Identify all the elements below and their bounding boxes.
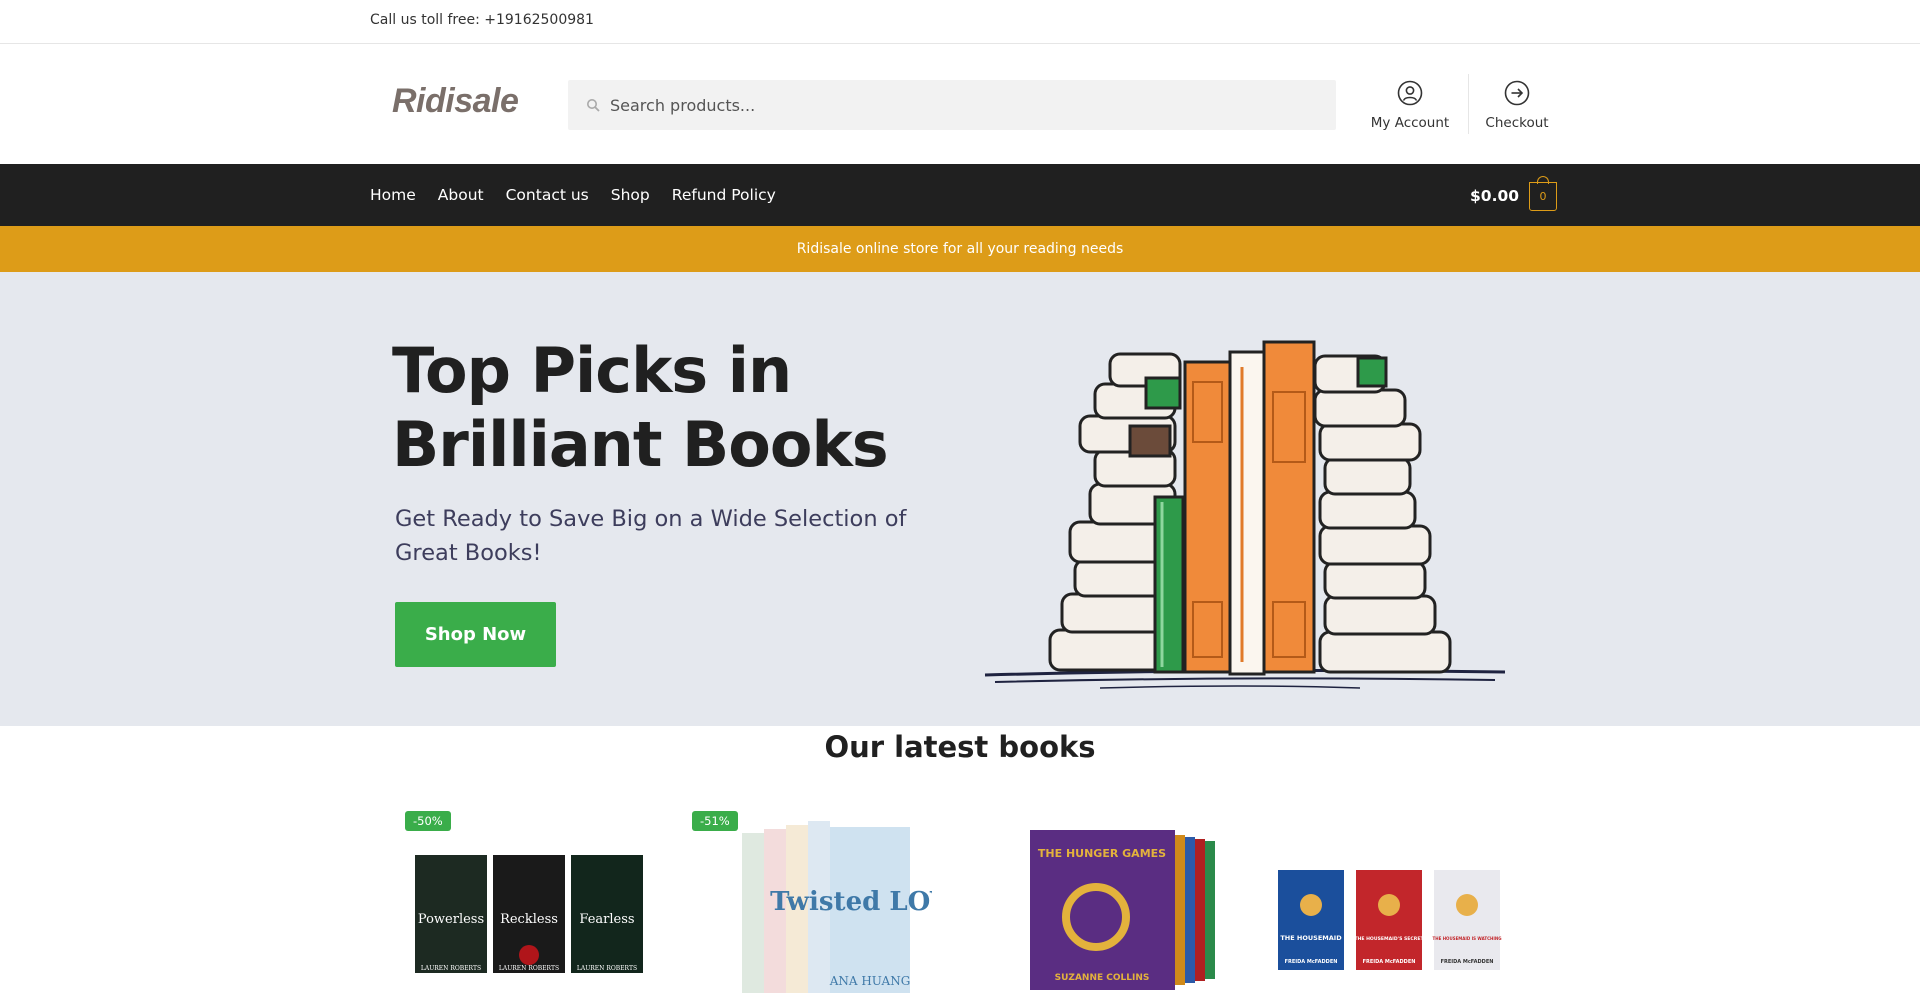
cart-count: 0 xyxy=(1539,189,1547,203)
user-icon xyxy=(1397,80,1423,106)
sale-badge: -50% xyxy=(405,811,451,831)
search-icon xyxy=(587,99,600,112)
promo-text: Ridisale online store for all your readi… xyxy=(796,241,1124,257)
cover-author-1: LAUREN ROBERTS xyxy=(421,965,481,972)
cover-title: THE HUNGER GAMES xyxy=(1038,847,1166,860)
cart-bag-icon: 0 xyxy=(1529,175,1558,211)
sale-badge: -51% xyxy=(692,811,738,831)
nav-item-shop[interactable]: Shop xyxy=(611,186,650,204)
hero-subtitle: Get Ready to Save Big on a Wide Selectio… xyxy=(395,506,907,566)
cover-author: SUZANNE COLLINS xyxy=(1055,973,1150,983)
cover-title-1: THE HOUSEMAID xyxy=(1280,934,1342,942)
search-input[interactable] xyxy=(610,80,1310,130)
product-card[interactable]: -51% Twisted LOVE ANA HUANG xyxy=(692,805,932,993)
cover-title: Twisted LOVE xyxy=(770,887,932,917)
product-image: THE HOUSEMAID THE HOUSEMAID'S SECRET THE… xyxy=(1278,870,1502,970)
cover-title-2: THE HOUSEMAID'S SECRET xyxy=(1354,936,1424,942)
product-card[interactable]: -50% Powerless Reckless Fearless LAUREN … xyxy=(405,805,645,993)
cart-total: $0.00 xyxy=(1470,187,1520,205)
top-bar: Call us toll free: +19162500981 xyxy=(0,0,1920,44)
cover-author: ANA HUANG xyxy=(829,974,911,988)
hero-title: Top Picks in Brilliant Books xyxy=(392,334,889,481)
hero-section: Top Picks in Brilliant Books Get Ready t… xyxy=(0,272,1920,726)
product-card[interactable]: THE HOUSEMAID THE HOUSEMAID'S SECRET THE… xyxy=(1268,805,1508,993)
cover-title-3: Fearless xyxy=(579,912,634,927)
product-image: THE HUNGER GAMES SUZANNE COLLINS xyxy=(1030,830,1215,990)
site-logo[interactable]: Ridisale xyxy=(392,82,519,121)
my-account-link[interactable]: My Account xyxy=(1360,80,1460,136)
arrow-right-circle-icon xyxy=(1504,80,1530,106)
nav-item-refund-policy[interactable]: Refund Policy xyxy=(672,186,776,204)
cover-title-3: THE HOUSEMAID IS WATCHING xyxy=(1433,936,1502,941)
product-card[interactable]: THE HUNGER GAMES SUZANNE COLLINS xyxy=(1008,805,1248,993)
my-account-label: My Account xyxy=(1370,115,1450,131)
cart-link[interactable]: $0.00 0 xyxy=(1470,175,1558,211)
cover-author-3: LAUREN ROBERTS xyxy=(577,965,637,972)
main-nav: Home About Contact us Shop Refund Policy… xyxy=(0,164,1920,226)
shop-now-button[interactable]: Shop Now xyxy=(395,602,556,667)
checkout-link[interactable]: Checkout xyxy=(1467,80,1567,136)
latest-books-heading: Our latest books xyxy=(824,730,1096,764)
toll-free-phone: Call us toll free: +19162500981 xyxy=(370,12,594,28)
page: Call us toll free: +19162500981 Ridisale… xyxy=(0,0,1920,993)
cover-title-1: Powerless xyxy=(418,912,484,927)
cover-title-2: Reckless xyxy=(500,912,558,927)
books-stack-illustration xyxy=(984,340,1506,689)
cover-author-2: FREIDA McFADDEN xyxy=(1363,959,1416,965)
product-image: Twisted LOVE ANA HUANG xyxy=(742,821,932,993)
cover-author-2: LAUREN ROBERTS xyxy=(499,965,559,972)
cover-author-3: FREIDA McFADDEN xyxy=(1441,959,1494,965)
nav-item-contact[interactable]: Contact us xyxy=(506,186,589,204)
cover-author-1: FREIDA McFADDEN xyxy=(1285,959,1338,965)
search-box xyxy=(568,80,1336,130)
nav-item-about[interactable]: About xyxy=(438,186,484,204)
product-image: Powerless Reckless Fearless LAUREN ROBER… xyxy=(415,855,643,973)
nav-item-home[interactable]: Home xyxy=(370,186,416,204)
checkout-label: Checkout xyxy=(1485,115,1549,131)
promo-banner: Ridisale online store for all your readi… xyxy=(0,226,1920,272)
site-header: Ridisale My Account Checkout xyxy=(0,44,1920,164)
